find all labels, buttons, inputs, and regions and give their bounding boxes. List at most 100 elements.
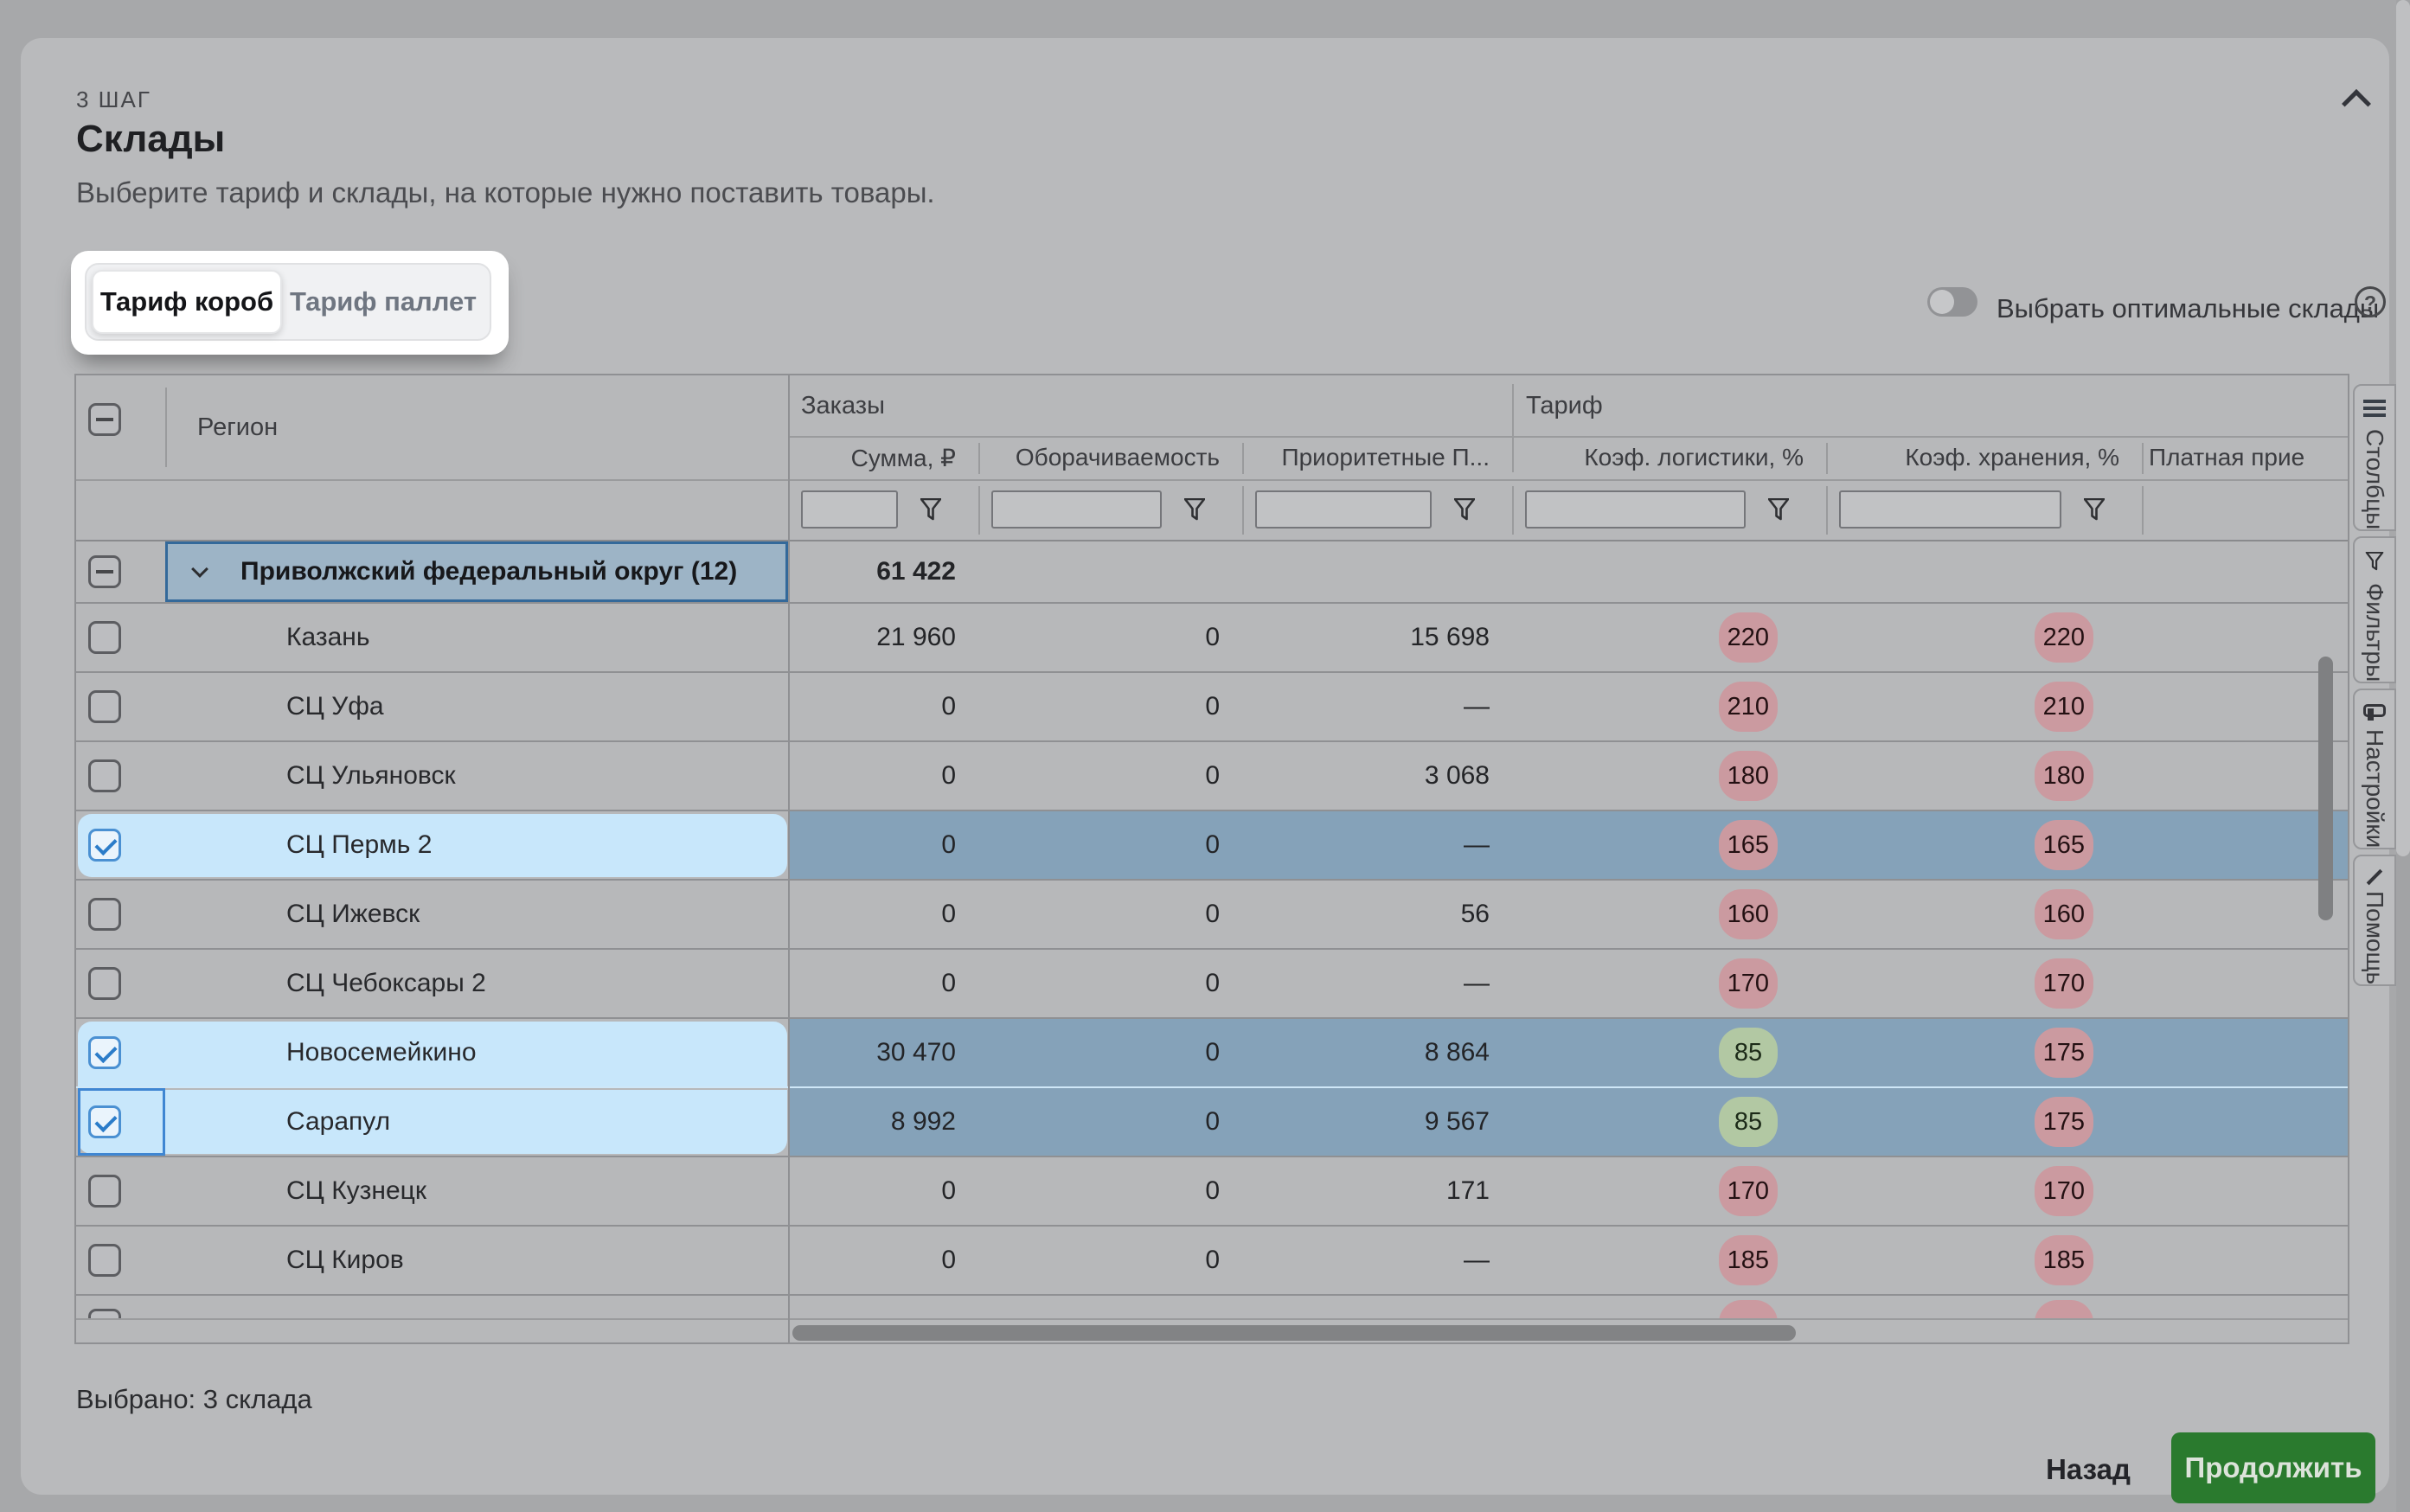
column-header-priority[interactable]: Приоритетные П... [1242, 436, 1512, 479]
help-question-icon[interactable] [2355, 286, 2386, 317]
table-row-selected[interactable]: СЦ Пермь 2 0 0 — 165 165 [76, 810, 2348, 879]
side-tab-settings[interactable]: Настройки [2353, 689, 2396, 849]
sum-filter-input[interactable] [801, 490, 898, 529]
table-row[interactable]: СЦ Кузнецк 0 0 171 170 170 [76, 1156, 2348, 1225]
table-row-partial[interactable] [76, 1294, 2348, 1318]
table-row-selected[interactable]: Сарапул 8 992 0 9 567 85 175 [76, 1086, 2348, 1156]
row-checkbox[interactable] [88, 690, 121, 723]
row-checkbox[interactable] [88, 1244, 121, 1277]
table-row[interactable]: СЦ Ульяновск 0 0 3 068 180 180 [76, 740, 2348, 810]
side-tab-label: Настройки [2361, 729, 2388, 848]
sum-cell: 0 [788, 950, 978, 1017]
storage-cell: 175 [1826, 1019, 2142, 1086]
storage-coef-badge: 170 [2035, 1166, 2093, 1216]
filter-tick [1826, 486, 1828, 535]
select-all-checkbox[interactable] [88, 403, 121, 436]
sum-cell: 0 [788, 742, 978, 810]
tab-tariff-box[interactable]: Тариф короб [92, 270, 282, 334]
row-checkbox[interactable] [88, 759, 121, 792]
optimal-warehouses-toggle[interactable] [1927, 287, 1977, 317]
logistics-cell: 220 [1512, 604, 1826, 671]
selected-count-summary: Выбрано: 3 склада [76, 1384, 312, 1415]
region-group-checkbox[interactable] [88, 555, 121, 588]
logistics-coef-badge: 170 [1719, 958, 1778, 1009]
storage-coef-badge: 220 [2035, 612, 2093, 663]
row-checkbox[interactable] [88, 967, 121, 1000]
tariff-tab-group: Тариф короб Тариф паллет [85, 263, 491, 341]
table-row[interactable]: СЦ Ижевск 0 0 56 160 160 [76, 879, 2348, 948]
step-label: 3 ШАГ [76, 86, 151, 113]
filter-funnel-icon[interactable] [1454, 498, 1475, 521]
column-header-logistics[interactable]: Коэф. логистики, % [1512, 436, 1826, 479]
priority-cell: 9 567 [1242, 1088, 1512, 1156]
column-header-paid-acceptance[interactable]: Платная прие [2142, 436, 2348, 479]
priority-filter-input[interactable] [1255, 490, 1432, 529]
subheader-tick [1242, 443, 1244, 474]
continue-button[interactable]: Продолжить [2171, 1432, 2375, 1503]
back-button[interactable]: Назад [2036, 1448, 2140, 1491]
row-checkbox[interactable] [88, 1036, 121, 1069]
filter-tick [1512, 486, 1514, 535]
side-tab-filters[interactable]: Фильтры [2353, 536, 2396, 683]
sum-cell: 8 992 [788, 1088, 978, 1156]
turnover-cell: 0 [978, 604, 1242, 671]
chevron-down-icon[interactable] [191, 561, 208, 578]
horizontal-scrollbar-thumb[interactable] [792, 1325, 1796, 1341]
priority-cell: — [1242, 1227, 1512, 1294]
logistics-coef-badge: 210 [1719, 682, 1778, 732]
side-tab-columns[interactable]: Столбцы [2353, 384, 2396, 531]
chevron-up-icon[interactable] [2342, 89, 2371, 119]
storage-cell: 185 [1826, 1227, 2142, 1294]
warehouse-name: Сарапул [165, 1107, 390, 1137]
logistics-cell: 85 [1512, 1088, 1826, 1156]
warehouses-step-card: 3 ШАГ Склады Выберите тариф и склады, на… [21, 38, 2389, 1495]
row-checkbox[interactable] [88, 1309, 121, 1318]
check-icon [2367, 869, 2382, 885]
table-row-region-group[interactable]: Приволжский федеральный округ (12) 61 42… [76, 541, 2348, 602]
table-row[interactable]: СЦ Киров 0 0 — 185 185 [76, 1225, 2348, 1294]
page-subtitle: Выберите тариф и склады, на которые нужн… [76, 176, 935, 209]
table-row-selected[interactable]: Новосемейкино 30 470 0 8 864 85 175 [76, 1017, 2348, 1086]
filter-funnel-icon[interactable] [1184, 498, 1205, 521]
row-checkbox[interactable] [88, 829, 121, 862]
logistics-coef-badge: 220 [1719, 612, 1778, 663]
warehouse-name: Казань [165, 623, 369, 652]
priority-cell: 56 [1242, 881, 1512, 948]
priority-cell: 171 [1242, 1157, 1512, 1225]
filter-tick [1242, 486, 1244, 535]
storage-cell: 170 [1826, 950, 2142, 1017]
region-group-cell[interactable]: Приволжский федеральный округ (12) [165, 541, 788, 602]
storage-coef-badge: 170 [2035, 958, 2093, 1009]
logistics-coef-badge [1719, 1300, 1778, 1318]
column-header-turnover[interactable]: Оборачиваемость [978, 436, 1242, 479]
filter-funnel-icon[interactable] [2084, 498, 2105, 521]
logistics-filter-input[interactable] [1525, 490, 1746, 529]
turnover-cell: 0 [978, 1157, 1242, 1225]
filter-funnel-icon[interactable] [1768, 498, 1789, 521]
column-header-sum[interactable]: Сумма, ₽ [788, 436, 978, 479]
region-group-name: Приволжский федеральный округ (12) [240, 557, 737, 586]
side-tab-label: Помощь [2361, 891, 2388, 984]
side-tab-label: Столбцы [2361, 429, 2388, 529]
vertical-scrollbar-thumb[interactable] [2318, 657, 2333, 920]
row-checkbox[interactable] [88, 621, 121, 654]
tab-tariff-pallet[interactable]: Тариф паллет [282, 270, 484, 334]
subheader-tick [978, 443, 980, 474]
table-row[interactable]: Казань 21 960 0 15 698 220 220 [76, 602, 2348, 671]
focused-cell-outline [78, 1088, 165, 1156]
filter-icon [2363, 552, 2386, 571]
page-scrollbar-thumb[interactable] [2396, 0, 2410, 856]
filter-funnel-icon[interactable] [920, 498, 941, 521]
storage-filter-input[interactable] [1839, 490, 2061, 529]
row-checkbox[interactable] [88, 1175, 121, 1208]
warehouse-name: СЦ Пермь 2 [165, 830, 432, 860]
row-checkbox[interactable] [88, 898, 121, 931]
table-row[interactable]: СЦ Уфа 0 0 — 210 210 [76, 671, 2348, 740]
table-row[interactable]: СЦ Чебоксары 2 0 0 — 170 170 [76, 948, 2348, 1017]
optimal-warehouses-toggle-label: Выбрать оптимальные склады [1997, 293, 2379, 324]
column-header-storage[interactable]: Коэф. хранения, % [1826, 436, 2142, 479]
logistics-coef-badge: 180 [1719, 751, 1778, 801]
side-tab-help[interactable]: Помощь [2353, 855, 2396, 986]
column-header-row: Сумма, ₽ Оборачиваемость Приоритетные П.… [76, 436, 2348, 479]
turnover-filter-input[interactable] [991, 490, 1162, 529]
